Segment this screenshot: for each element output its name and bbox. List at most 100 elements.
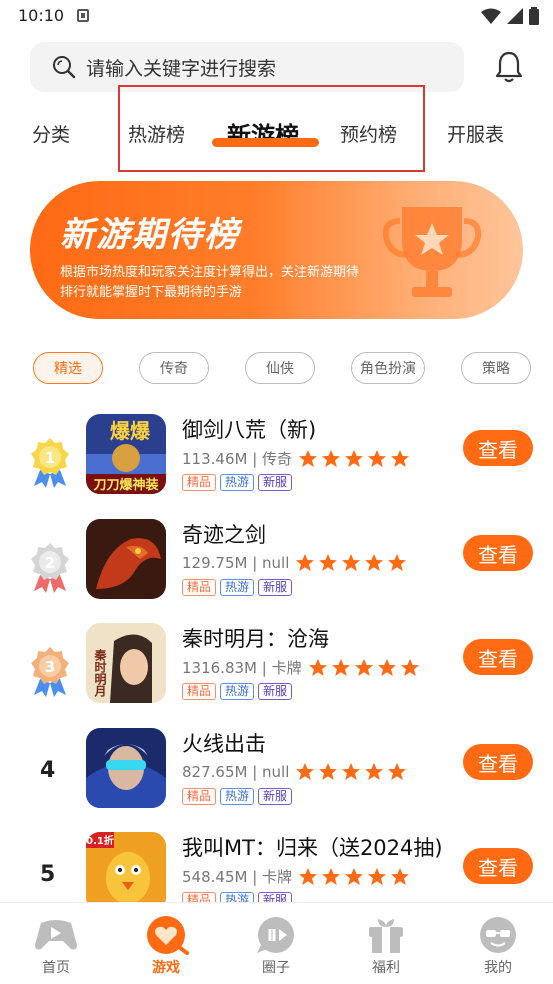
tag-new-server: 新服: [258, 788, 293, 805]
game-tags: 精品 热游 新服: [182, 579, 293, 596]
rank-number: 4: [40, 758, 56, 783]
rating-stars: [295, 553, 407, 573]
game-meta: 827.65M | null: [182, 762, 407, 782]
tag-hot: 热游: [220, 579, 255, 596]
star-icon: [354, 658, 374, 678]
game-heart-icon: [147, 916, 189, 955]
game-category: 卡牌: [271, 659, 302, 677]
tag-premium: 精品: [182, 474, 217, 491]
search-placeholder: 请输入关键字进行搜索: [86, 57, 277, 80]
rating-stars: [308, 658, 420, 678]
game-meta: 548.45M | 卡牌: [182, 866, 410, 887]
tag-new-server: 新服: [258, 683, 293, 700]
star-icon: [377, 658, 397, 678]
tag-new-server: 新服: [258, 579, 293, 596]
status-bar: 10:10: [0, 0, 553, 32]
rank-number: 5: [40, 862, 56, 887]
star-icon: [321, 867, 341, 887]
chip-xianxia[interactable]: 仙侠: [245, 352, 315, 384]
tab-server-schedule[interactable]: 开服表: [447, 120, 504, 147]
nav-label: 首页: [42, 960, 70, 976]
game-category: 传奇: [262, 450, 293, 468]
notification-icon: [77, 9, 89, 22]
nav-community[interactable]: 圈子: [236, 915, 316, 977]
tag-hot: 热游: [220, 683, 255, 700]
tag-new-server: 新服: [258, 474, 293, 491]
game-meta: 129.75M | null: [182, 553, 407, 573]
view-button[interactable]: 查看: [463, 744, 533, 780]
nav-home[interactable]: 首页: [16, 915, 96, 977]
chip-strategy[interactable]: 策略: [461, 352, 531, 384]
game-category: null: [262, 763, 290, 781]
star-icon: [364, 762, 384, 782]
chip-legend[interactable]: 传奇: [139, 352, 209, 384]
gamepad-icon: [35, 920, 77, 950]
gift-icon: [369, 919, 403, 953]
game-row[interactable]: 4 火线出击 827.65M | null 精品 热游 新服 查看: [0, 728, 553, 832]
star-icon: [364, 553, 384, 573]
svg-text:秦时明月: 秦时明月: [93, 648, 107, 698]
star-icon: [295, 762, 315, 782]
gold-medal-icon: 1: [31, 438, 69, 488]
battery-icon: [529, 7, 539, 25]
svg-text:爆爆: 爆爆: [110, 419, 151, 443]
status-icons: [481, 7, 539, 25]
game-icon[interactable]: [86, 519, 166, 599]
nav-games[interactable]: 游戏: [126, 915, 206, 977]
star-icon: [367, 867, 387, 887]
svg-text:1: 1: [45, 449, 55, 467]
game-row[interactable]: 2 奇迹之剑 129.75M | null 精品 热游 新服 查看: [0, 519, 553, 623]
signal-icon: [507, 8, 523, 24]
star-icon: [298, 449, 318, 469]
view-button[interactable]: 查看: [463, 430, 533, 466]
tab-highlight-box: [118, 85, 425, 172]
rating-stars: [295, 762, 407, 782]
nav-benefits[interactable]: 福利: [346, 915, 426, 977]
tag-premium: 精品: [182, 579, 217, 596]
star-icon: [390, 449, 410, 469]
game-name: 奇迹之剑: [182, 523, 266, 547]
game-row[interactable]: 1 爆爆 刀刀爆神装 御剑八荒（新) 113.46M | 传奇 精品 热游 新服…: [0, 414, 553, 518]
bell-icon[interactable]: [493, 50, 525, 84]
tag-premium: 精品: [182, 788, 217, 805]
search-icon: [53, 56, 76, 79]
game-icon[interactable]: [86, 728, 166, 808]
chat-icon: [257, 917, 294, 953]
banner-description: 根据市场热度和玩家关注度计算得出，关注新游期待排行就能掌握时下最期待的手游: [60, 265, 360, 300]
rating-stars: [298, 867, 410, 887]
view-button[interactable]: 查看: [463, 535, 533, 571]
tag-premium: 精品: [182, 683, 217, 700]
star-icon: [344, 449, 364, 469]
game-category: null: [262, 554, 290, 572]
star-icon: [341, 762, 361, 782]
star-icon: [367, 449, 387, 469]
view-button[interactable]: 查看: [463, 848, 533, 884]
star-icon: [298, 867, 318, 887]
game-icon[interactable]: 秦时明月: [86, 623, 166, 703]
game-icon[interactable]: 爆爆 刀刀爆神装: [86, 414, 166, 494]
view-button[interactable]: 查看: [463, 639, 533, 675]
game-tags: 精品 热游 新服: [182, 788, 293, 805]
game-meta: 113.46M | 传奇: [182, 448, 410, 469]
rating-stars: [298, 449, 410, 469]
game-name: 火线出击: [182, 732, 266, 756]
chip-rpg[interactable]: 角色扮演: [351, 352, 425, 384]
nav-label: 圈子: [262, 960, 290, 976]
profile-icon: [480, 917, 516, 953]
bronze-medal-icon: 3: [31, 647, 69, 697]
new-games-banner[interactable]: 新游期待榜 根据市场热度和玩家关注度计算得出，关注新游期待排行就能掌握时下最期待…: [30, 181, 523, 319]
star-icon: [295, 553, 315, 573]
game-name: 秦时明月：沧海: [182, 627, 329, 651]
status-time: 10:10: [18, 6, 65, 25]
star-icon: [387, 553, 407, 573]
game-row[interactable]: 3 秦时明月 秦时明月：沧海 1316.83M | 卡牌 精品 热游 新服 查看: [0, 623, 553, 727]
game-icon[interactable]: 0.1折: [86, 832, 166, 912]
chip-featured[interactable]: 精选: [33, 352, 103, 384]
star-icon: [387, 762, 407, 782]
tab-category[interactable]: 分类: [32, 120, 70, 147]
banner-title: 新游期待榜: [60, 215, 240, 255]
nav-profile[interactable]: 我的: [458, 915, 538, 977]
star-icon: [321, 449, 341, 469]
svg-text:刀刀爆神装: 刀刀爆神装: [93, 477, 158, 493]
game-size: 827.65M: [182, 763, 248, 781]
